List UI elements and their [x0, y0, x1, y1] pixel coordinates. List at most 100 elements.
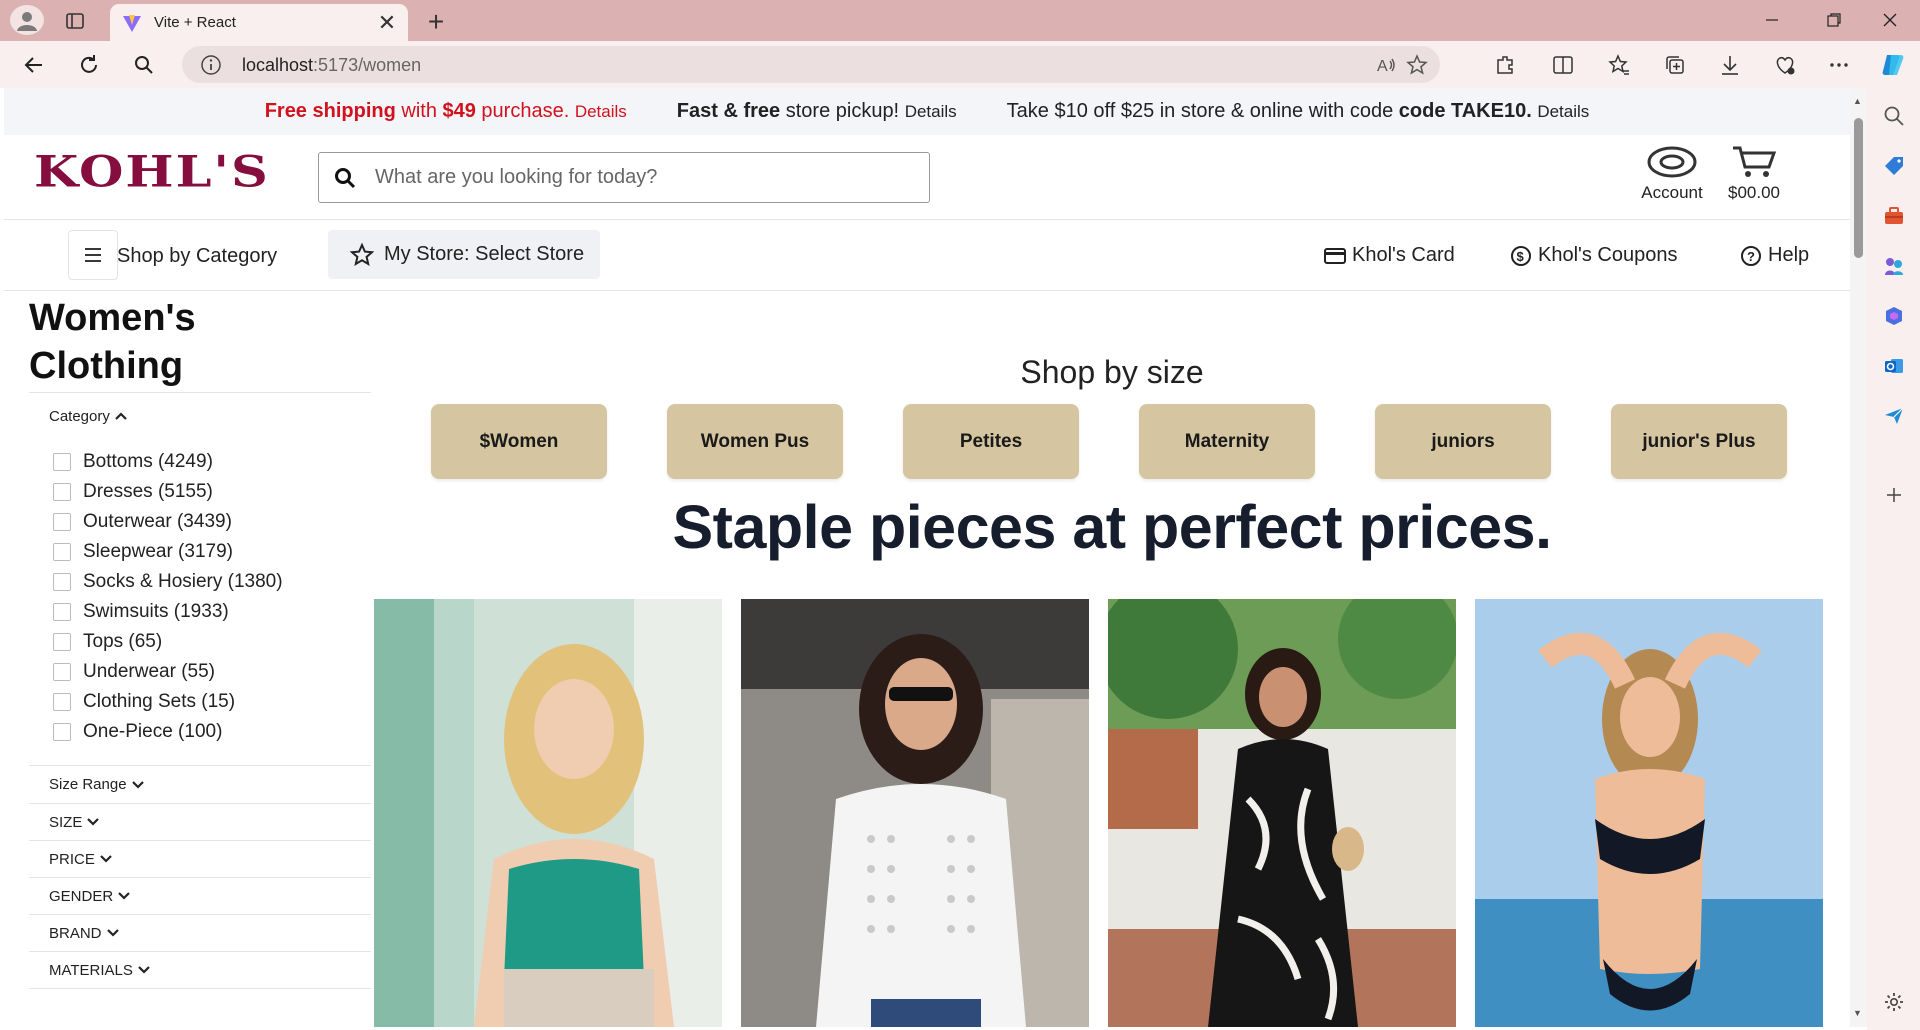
chevron-down-icon [138, 966, 150, 974]
size-button[interactable]: $Women [431, 404, 607, 479]
checkbox[interactable] [53, 723, 71, 741]
checkbox[interactable] [53, 573, 71, 591]
help-link[interactable]: ? Help [1740, 244, 1809, 267]
category-option[interactable]: Dresses (5155) [29, 477, 371, 507]
search-icon[interactable] [128, 49, 160, 81]
kohls-logo[interactable]: KOHL'S [34, 151, 270, 194]
select-store-button[interactable]: My Store: Select Store [328, 230, 600, 279]
checkbox[interactable] [53, 693, 71, 711]
profile-icon[interactable] [10, 5, 44, 35]
size-button[interactable]: Women Pus [667, 404, 843, 479]
category-option[interactable]: Underwear (55) [29, 657, 371, 687]
refresh-icon[interactable] [73, 49, 105, 81]
account-button[interactable]: Account [1632, 145, 1712, 203]
category-option[interactable]: Clothing Sets (15) [29, 687, 371, 717]
extensions-icon[interactable] [1490, 50, 1520, 80]
product-image-bikini[interactable] [1475, 599, 1823, 1027]
toolbox-icon[interactable] [1880, 202, 1907, 229]
checkbox[interactable] [53, 603, 71, 621]
collections-icon[interactable] [1660, 50, 1690, 80]
checkbox[interactable] [53, 453, 71, 471]
category-option-label: Sleepwear (3179) [83, 541, 233, 562]
copilot-icon[interactable] [1878, 50, 1908, 80]
filter-section-toggle[interactable]: GENDER [29, 878, 371, 915]
scrollbar-thumb[interactable] [1854, 118, 1863, 258]
filter-section-toggle[interactable]: SIZE [29, 804, 371, 841]
search-icon[interactable] [1880, 102, 1907, 129]
gear-icon[interactable] [1880, 988, 1907, 1015]
favorite-star-icon[interactable] [1404, 52, 1430, 78]
cart-button[interactable]: $00.00 [1718, 145, 1790, 203]
read-aloud-icon[interactable]: A [1374, 52, 1400, 78]
checkbox[interactable] [53, 513, 71, 531]
close-icon[interactable]: ✕ [372, 8, 402, 38]
category-filter-label: Category [49, 407, 110, 425]
product-image-printed-dress[interactable] [1108, 599, 1456, 1027]
tab-actions-icon[interactable] [62, 8, 88, 34]
category-option[interactable]: Sleepwear (3179) [29, 537, 371, 567]
search-input[interactable] [375, 166, 929, 189]
page-scrollbar[interactable]: ▲ ▼ [1850, 88, 1867, 1027]
category-option[interactable]: Bottoms (4249) [29, 447, 371, 477]
size-button[interactable]: Petites [903, 404, 1079, 479]
checkbox[interactable] [53, 663, 71, 681]
checkbox[interactable] [53, 483, 71, 501]
restore-icon[interactable] [1804, 0, 1864, 40]
page-viewport: Free shipping with $49 purchase. Details… [4, 88, 1850, 1027]
shopping-tag-icon[interactable] [1880, 152, 1907, 179]
promo-details-link[interactable]: Details [575, 102, 627, 121]
back-icon[interactable] [18, 49, 50, 81]
scroll-down-icon[interactable]: ▼ [1853, 1008, 1862, 1018]
send-icon[interactable] [1880, 402, 1907, 429]
downloads-icon[interactable] [1715, 50, 1745, 80]
product-image-teal-top[interactable] [374, 599, 722, 1027]
filter-section-toggle[interactable]: PRICE [29, 841, 371, 878]
category-option[interactable]: Outerwear (3439) [29, 507, 371, 537]
address-bar[interactable]: localhost:5173/women A [182, 46, 1440, 83]
menu-button[interactable] [68, 230, 118, 280]
page-title: Women's Clothing [29, 297, 196, 387]
promo-details-link[interactable]: Details [1537, 102, 1589, 121]
product-image-white-shirt[interactable] [741, 599, 1089, 1027]
minimize-icon[interactable] [1742, 0, 1802, 40]
filter-section-toggle[interactable]: MATERIALS [29, 952, 371, 989]
promo-details-link[interactable]: Details [905, 102, 957, 121]
checkbox[interactable] [53, 543, 71, 561]
category-option-label: Swimsuits (1933) [83, 601, 229, 622]
category-option[interactable]: Socks & Hosiery (1380) [29, 567, 371, 597]
favorites-icon[interactable] [1604, 50, 1634, 80]
split-screen-icon[interactable] [1548, 50, 1578, 80]
shop-by-category-link[interactable]: Shop by Category [117, 245, 277, 268]
kohls-coupons-link[interactable]: $ Khol's Coupons [1510, 244, 1677, 267]
promo-free-shipping: Free shipping with $49 purchase. Details [264, 100, 627, 122]
scroll-up-icon[interactable]: ▲ [1853, 96, 1862, 106]
games-icon[interactable] [1880, 252, 1907, 279]
plus-icon[interactable]: + [420, 6, 452, 38]
plus-icon[interactable] [1880, 481, 1907, 508]
category-option[interactable]: Swimsuits (1933) [29, 597, 371, 627]
filter-section-toggle[interactable]: Size Range [29, 766, 371, 804]
outlook-icon[interactable] [1880, 352, 1907, 379]
browser-tab-active[interactable]: Vite + React ✕ [110, 4, 408, 41]
category-filter: Category Bottoms (4249) Dresses (5155) Out… [29, 393, 371, 766]
kohls-card-link[interactable]: Khol's Card [1324, 244, 1455, 267]
info-icon[interactable] [200, 54, 222, 76]
category-filter-toggle[interactable]: Category [29, 405, 371, 427]
category-option[interactable]: Tops (65) [29, 627, 371, 657]
category-options: Bottoms (4249) Dresses (5155) Outerwear (3… [29, 447, 371, 747]
performance-icon[interactable] [1770, 50, 1800, 80]
filter-section-toggle[interactable]: BRAND [29, 915, 371, 952]
promo-store-pickup: Fast & free store pickup! Details [676, 100, 957, 122]
more-icon[interactable] [1824, 50, 1854, 80]
close-window-icon[interactable] [1860, 0, 1920, 40]
checkbox[interactable] [53, 633, 71, 651]
tab-title: Vite + React [154, 14, 236, 31]
size-button[interactable]: Maternity [1139, 404, 1315, 479]
category-option[interactable]: One-Piece (100) [29, 717, 371, 747]
search-box[interactable] [318, 152, 930, 203]
size-button[interactable]: juniors [1375, 404, 1551, 479]
size-button[interactable]: junior's Plus [1611, 404, 1787, 479]
office-icon[interactable] [1880, 302, 1907, 329]
hero-headline: Staple pieces at perfect prices. [672, 493, 1552, 561]
filter-section-label: BRAND [49, 924, 102, 942]
